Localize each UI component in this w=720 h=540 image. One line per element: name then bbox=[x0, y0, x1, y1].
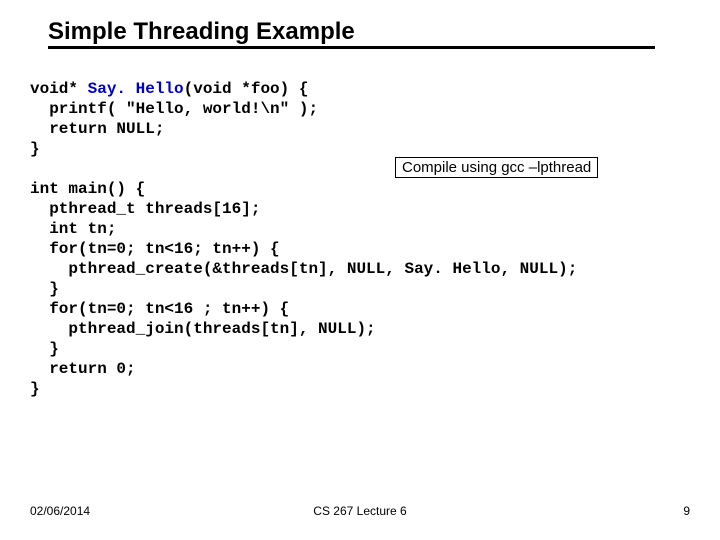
code-line-6: int main() { bbox=[30, 180, 145, 198]
code-line-16: } bbox=[30, 380, 40, 398]
code-line-11: } bbox=[30, 280, 59, 298]
code-line-12: for(tn=0; tn<16 ; tn++) { bbox=[30, 300, 289, 318]
code-line-8: int tn; bbox=[30, 220, 116, 238]
code-line-3: return NULL; bbox=[30, 120, 164, 138]
code-block: void* Say. Hello(void *foo) { printf( "H… bbox=[30, 79, 690, 399]
code-line-4: } bbox=[30, 140, 40, 158]
compile-callout: Compile using gcc –lpthread bbox=[395, 157, 598, 178]
code-line-1a: void* bbox=[30, 80, 88, 98]
footer-page: 9 bbox=[683, 504, 690, 518]
code-line-14: } bbox=[30, 340, 59, 358]
code-line-7: pthread_t threads[16]; bbox=[30, 200, 260, 218]
code-line-15: return 0; bbox=[30, 360, 136, 378]
code-line-2: printf( "Hello, world!\n" ); bbox=[30, 100, 318, 118]
function-name: Say. Hello bbox=[88, 80, 184, 98]
page-title: Simple Threading Example bbox=[48, 18, 655, 49]
code-line-9: for(tn=0; tn<16; tn++) { bbox=[30, 240, 280, 258]
code-line-13: pthread_join(threads[tn], NULL); bbox=[30, 320, 376, 338]
code-line-1b: (void *foo) { bbox=[184, 80, 309, 98]
code-line-10: pthread_create(&threads[tn], NULL, Say. … bbox=[30, 260, 577, 278]
footer-center: CS 267 Lecture 6 bbox=[0, 504, 720, 518]
